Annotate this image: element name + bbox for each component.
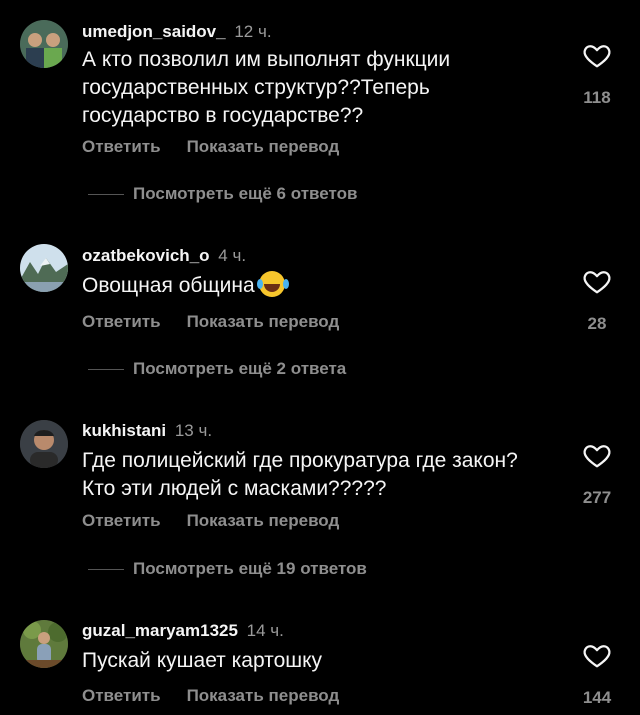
comment-text: Пускай кушает картошку: [82, 649, 323, 672]
like-count: 277: [582, 488, 612, 507]
replies-divider: [88, 368, 124, 370]
avatar[interactable]: [20, 420, 68, 468]
like-control: 28: [572, 266, 622, 334]
comment-meta: ozatbekovich_o 4 ч.: [82, 246, 246, 266]
comment-text: Овощная община: [82, 271, 552, 300]
like-count: 118: [583, 88, 611, 107]
avatar[interactable]: [20, 620, 68, 668]
view-replies-label: Посмотреть ещё 19 ответов: [133, 559, 367, 578]
timestamp: 4 ч.: [218, 246, 247, 265]
like-control: 118: [572, 40, 622, 108]
comment-actions: Ответить Показать перевод: [82, 686, 339, 706]
username[interactable]: guzal_maryam1325: [82, 621, 238, 640]
like-control: 277: [572, 440, 622, 508]
view-replies-button[interactable]: Посмотреть ещё 19 ответов: [88, 559, 367, 579]
avatar[interactable]: [20, 244, 68, 292]
reply-button[interactable]: Ответить: [82, 312, 161, 331]
show-translation-button[interactable]: Показать перевод: [187, 137, 340, 156]
comment-meta: guzal_maryam1325 14 ч.: [82, 621, 284, 641]
heart-outline-icon[interactable]: [582, 640, 612, 670]
show-translation-button[interactable]: Показать перевод: [187, 686, 340, 705]
like-count: 28: [587, 314, 607, 333]
like-count: 144: [582, 688, 612, 707]
avatar[interactable]: [20, 20, 68, 68]
comment-meta: kukhistani 13 ч.: [82, 421, 212, 441]
comment-text: Где полицейский где прокуратура где зако…: [82, 449, 518, 500]
username[interactable]: kukhistani: [82, 421, 166, 440]
show-translation-button[interactable]: Показать перевод: [187, 511, 340, 530]
comment-text-content: Овощная община: [82, 274, 255, 297]
username[interactable]: ozatbekovich_o: [82, 246, 210, 265]
comment-actions: Ответить Показать перевод: [82, 511, 339, 531]
comment-text: А кто позволил им выполнят функции госуд…: [82, 48, 451, 127]
comment-meta: umedjon_saidov_ 12 ч.: [82, 22, 272, 42]
heart-outline-icon[interactable]: [582, 440, 612, 470]
username[interactable]: umedjon_saidov_: [82, 22, 226, 41]
replies-divider: [88, 568, 124, 570]
like-control: 144: [572, 640, 622, 708]
replies-divider: [88, 193, 124, 195]
comment-actions: Ответить Показать перевод: [82, 312, 339, 332]
comment-actions: Ответить Показать перевод: [82, 137, 339, 157]
view-replies-label: Посмотреть ещё 2 ответа: [133, 359, 347, 378]
view-replies-label: Посмотреть ещё 6 ответов: [133, 184, 358, 203]
view-replies-button[interactable]: Посмотреть ещё 2 ответа: [88, 359, 346, 379]
reply-button[interactable]: Ответить: [82, 686, 161, 705]
show-translation-button[interactable]: Показать перевод: [187, 312, 340, 331]
heart-outline-icon[interactable]: [582, 266, 612, 296]
reply-button[interactable]: Ответить: [82, 137, 161, 156]
view-replies-button[interactable]: Посмотреть ещё 6 ответов: [88, 184, 357, 204]
timestamp: 12 ч.: [234, 22, 272, 41]
timestamp: 14 ч.: [246, 621, 284, 640]
reply-button[interactable]: Ответить: [82, 511, 161, 530]
face-with-tears-of-joy-icon: [256, 271, 285, 297]
timestamp: 13 ч.: [174, 421, 213, 440]
heart-outline-icon[interactable]: [582, 40, 612, 70]
